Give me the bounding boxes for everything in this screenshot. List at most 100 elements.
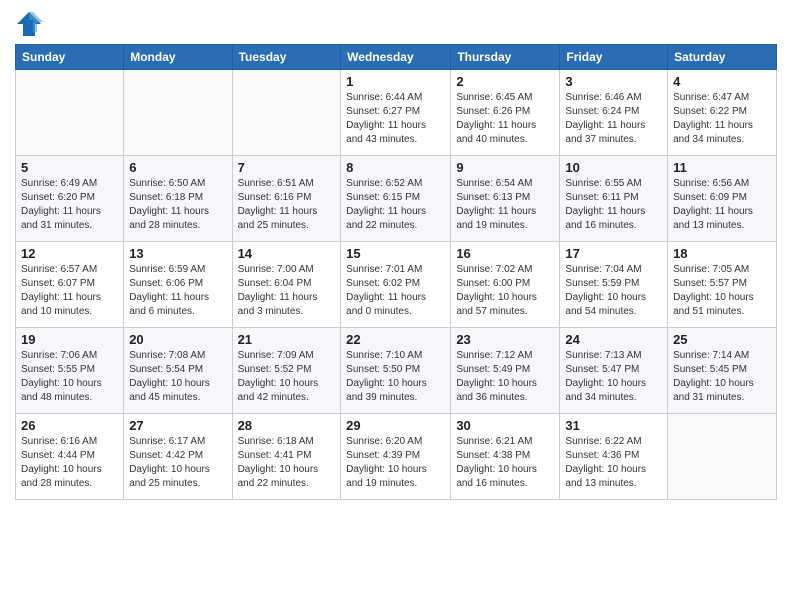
day-info: Sunrise: 6:17 AM Sunset: 4:42 PM Dayligh… bbox=[129, 435, 226, 491]
day-info: Sunrise: 7:14 AM Sunset: 5:45 PM Dayligh… bbox=[673, 349, 771, 405]
day-info: Sunrise: 6:56 AM Sunset: 6:09 PM Dayligh… bbox=[673, 177, 771, 233]
page: SundayMondayTuesdayWednesdayThursdayFrid… bbox=[0, 0, 792, 612]
calendar-week-3: 12Sunrise: 6:57 AM Sunset: 6:07 PM Dayli… bbox=[16, 242, 777, 328]
header-friday: Friday bbox=[560, 45, 668, 70]
day-info: Sunrise: 7:04 AM Sunset: 5:59 PM Dayligh… bbox=[565, 263, 662, 319]
logo bbox=[15, 10, 47, 38]
day-number: 20 bbox=[129, 332, 226, 347]
calendar-cell: 20 Sunrise: 7:08 AM Sunset: 5:54 PM Dayli… bbox=[124, 328, 232, 414]
calendar-cell: 19Sunrise: 7:06 AM Sunset: 5:55 PM Dayli… bbox=[16, 328, 124, 414]
header-monday: Monday bbox=[124, 45, 232, 70]
day-number: 6 bbox=[129, 160, 226, 175]
day-info: Sunrise: 7:00 AM Sunset: 6:04 PM Dayligh… bbox=[238, 263, 336, 319]
day-info: Sunrise: 6:51 AM Sunset: 6:16 PM Dayligh… bbox=[238, 177, 336, 233]
day-info: Sunrise: 6:45 AM Sunset: 6:26 PM Dayligh… bbox=[456, 91, 554, 147]
calendar-week-4: 19Sunrise: 7:06 AM Sunset: 5:55 PM Dayli… bbox=[16, 328, 777, 414]
calendar-week-2: 5Sunrise: 6:49 AM Sunset: 6:20 PM Daylig… bbox=[16, 156, 777, 242]
header-saturday: Saturday bbox=[668, 45, 777, 70]
day-info: Sunrise: 7:13 AM Sunset: 5:47 PM Dayligh… bbox=[565, 349, 662, 405]
calendar-week-5: 26 Sunrise: 6:16 AM Sunset: 4:44 PM Dayli… bbox=[16, 414, 777, 500]
calendar-cell: 3Sunrise: 6:46 AM Sunset: 6:24 PM Daylig… bbox=[560, 70, 668, 156]
calendar-header: SundayMondayTuesdayWednesdayThursdayFrid… bbox=[16, 45, 777, 70]
day-number: 23 bbox=[456, 332, 554, 347]
calendar-cell bbox=[668, 414, 777, 500]
day-number: 17 bbox=[565, 246, 662, 261]
calendar-cell: 7Sunrise: 6:51 AM Sunset: 6:16 PM Daylig… bbox=[232, 156, 341, 242]
calendar-week-1: 1 Sunrise: 6:44 AM Sunset: 6:27 PM Daylig… bbox=[16, 70, 777, 156]
calendar-cell: 8 Sunrise: 6:52 AM Sunset: 6:15 PM Daylig… bbox=[341, 156, 451, 242]
header-wednesday: Wednesday bbox=[341, 45, 451, 70]
calendar-cell: 27 Sunrise: 6:17 AM Sunset: 4:42 PM Dayli… bbox=[124, 414, 232, 500]
day-number: 19 bbox=[21, 332, 118, 347]
day-info: Sunrise: 6:50 AM Sunset: 6:18 PM Dayligh… bbox=[129, 177, 226, 233]
day-info: Sunrise: 6:47 AM Sunset: 6:22 PM Dayligh… bbox=[673, 91, 771, 147]
calendar-cell: 24 Sunrise: 7:13 AM Sunset: 5:47 PM Dayli… bbox=[560, 328, 668, 414]
day-info: Sunrise: 6:20 AM Sunset: 4:39 PM Dayligh… bbox=[346, 435, 445, 491]
calendar-cell: 29 Sunrise: 6:20 AM Sunset: 4:39 PM Dayli… bbox=[341, 414, 451, 500]
calendar-cell: 22 Sunrise: 7:10 AM Sunset: 5:50 PM Dayli… bbox=[341, 328, 451, 414]
day-number: 25 bbox=[673, 332, 771, 347]
day-number: 14 bbox=[238, 246, 336, 261]
day-number: 21 bbox=[238, 332, 336, 347]
day-number: 26 bbox=[21, 418, 118, 433]
day-number: 1 bbox=[346, 74, 445, 89]
calendar-cell: 1 Sunrise: 6:44 AM Sunset: 6:27 PM Daylig… bbox=[341, 70, 451, 156]
header-row: SundayMondayTuesdayWednesdayThursdayFrid… bbox=[16, 45, 777, 70]
header bbox=[15, 10, 777, 38]
day-info: Sunrise: 6:55 AM Sunset: 6:11 PM Dayligh… bbox=[565, 177, 662, 233]
header-thursday: Thursday bbox=[451, 45, 560, 70]
day-number: 8 bbox=[346, 160, 445, 175]
day-number: 29 bbox=[346, 418, 445, 433]
calendar-cell: 21 Sunrise: 7:09 AM Sunset: 5:52 PM Dayli… bbox=[232, 328, 341, 414]
day-number: 31 bbox=[565, 418, 662, 433]
calendar-cell: 18 Sunrise: 7:05 AM Sunset: 5:57 PM Dayli… bbox=[668, 242, 777, 328]
day-info: Sunrise: 6:57 AM Sunset: 6:07 PM Dayligh… bbox=[21, 263, 118, 319]
day-info: Sunrise: 6:54 AM Sunset: 6:13 PM Dayligh… bbox=[456, 177, 554, 233]
day-number: 11 bbox=[673, 160, 771, 175]
header-tuesday: Tuesday bbox=[232, 45, 341, 70]
day-number: 27 bbox=[129, 418, 226, 433]
calendar-cell: 25 Sunrise: 7:14 AM Sunset: 5:45 PM Dayli… bbox=[668, 328, 777, 414]
calendar-cell: 2Sunrise: 6:45 AM Sunset: 6:26 PM Daylig… bbox=[451, 70, 560, 156]
logo-icon bbox=[15, 10, 43, 38]
day-number: 24 bbox=[565, 332, 662, 347]
calendar-cell: 26 Sunrise: 6:16 AM Sunset: 4:44 PM Dayli… bbox=[16, 414, 124, 500]
calendar-cell: 30 Sunrise: 6:21 AM Sunset: 4:38 PM Dayli… bbox=[451, 414, 560, 500]
calendar-cell bbox=[124, 70, 232, 156]
calendar-cell: 16Sunrise: 7:02 AM Sunset: 6:00 PM Dayli… bbox=[451, 242, 560, 328]
day-number: 13 bbox=[129, 246, 226, 261]
calendar-cell: 5Sunrise: 6:49 AM Sunset: 6:20 PM Daylig… bbox=[16, 156, 124, 242]
calendar-cell: 31 Sunrise: 6:22 AM Sunset: 4:36 PM Dayli… bbox=[560, 414, 668, 500]
day-info: Sunrise: 7:10 AM Sunset: 5:50 PM Dayligh… bbox=[346, 349, 445, 405]
day-number: 22 bbox=[346, 332, 445, 347]
day-info: Sunrise: 6:44 AM Sunset: 6:27 PM Dayligh… bbox=[346, 91, 445, 147]
day-info: Sunrise: 7:09 AM Sunset: 5:52 PM Dayligh… bbox=[238, 349, 336, 405]
day-number: 18 bbox=[673, 246, 771, 261]
calendar-body: 1 Sunrise: 6:44 AM Sunset: 6:27 PM Daylig… bbox=[16, 70, 777, 500]
day-number: 15 bbox=[346, 246, 445, 261]
day-info: Sunrise: 6:22 AM Sunset: 4:36 PM Dayligh… bbox=[565, 435, 662, 491]
calendar-cell: 11 Sunrise: 6:56 AM Sunset: 6:09 PM Dayli… bbox=[668, 156, 777, 242]
day-info: Sunrise: 6:46 AM Sunset: 6:24 PM Dayligh… bbox=[565, 91, 662, 147]
day-number: 10 bbox=[565, 160, 662, 175]
day-number: 30 bbox=[456, 418, 554, 433]
calendar-cell: 17 Sunrise: 7:04 AM Sunset: 5:59 PM Dayli… bbox=[560, 242, 668, 328]
calendar-cell: 15Sunrise: 7:01 AM Sunset: 6:02 PM Dayli… bbox=[341, 242, 451, 328]
day-info: Sunrise: 7:02 AM Sunset: 6:00 PM Dayligh… bbox=[456, 263, 554, 319]
calendar-cell: 28Sunrise: 6:18 AM Sunset: 4:41 PM Dayli… bbox=[232, 414, 341, 500]
calendar-cell: 10 Sunrise: 6:55 AM Sunset: 6:11 PM Dayli… bbox=[560, 156, 668, 242]
day-info: Sunrise: 7:05 AM Sunset: 5:57 PM Dayligh… bbox=[673, 263, 771, 319]
day-number: 5 bbox=[21, 160, 118, 175]
calendar-cell: 23Sunrise: 7:12 AM Sunset: 5:49 PM Dayli… bbox=[451, 328, 560, 414]
day-info: Sunrise: 6:16 AM Sunset: 4:44 PM Dayligh… bbox=[21, 435, 118, 491]
calendar-cell bbox=[16, 70, 124, 156]
day-info: Sunrise: 7:08 AM Sunset: 5:54 PM Dayligh… bbox=[129, 349, 226, 405]
day-number: 9 bbox=[456, 160, 554, 175]
day-info: Sunrise: 6:52 AM Sunset: 6:15 PM Dayligh… bbox=[346, 177, 445, 233]
calendar-cell: 12Sunrise: 6:57 AM Sunset: 6:07 PM Dayli… bbox=[16, 242, 124, 328]
day-info: Sunrise: 6:59 AM Sunset: 6:06 PM Dayligh… bbox=[129, 263, 226, 319]
calendar-cell: 6 Sunrise: 6:50 AM Sunset: 6:18 PM Daylig… bbox=[124, 156, 232, 242]
day-info: Sunrise: 6:21 AM Sunset: 4:38 PM Dayligh… bbox=[456, 435, 554, 491]
calendar-cell: 4Sunrise: 6:47 AM Sunset: 6:22 PM Daylig… bbox=[668, 70, 777, 156]
calendar-cell bbox=[232, 70, 341, 156]
